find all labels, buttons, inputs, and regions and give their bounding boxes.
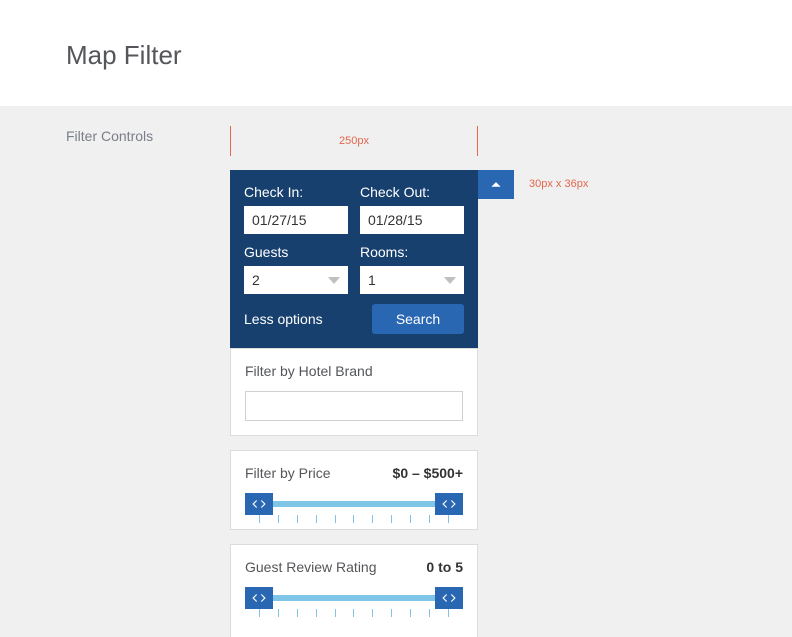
checkin-input[interactable] — [244, 206, 348, 234]
slider-grip-icon — [442, 498, 456, 510]
chevron-up-icon — [489, 178, 503, 192]
checkin-label: Check In: — [244, 184, 348, 200]
annotation-panel-width: 250px — [230, 126, 478, 156]
guests-value: 2 — [252, 272, 260, 288]
price-slider-handle-min[interactable] — [245, 493, 273, 515]
search-box: Check In: Check Out: Guests 2 Rooms: 1 — [230, 170, 478, 348]
search-button[interactable]: Search — [372, 304, 464, 334]
filter-rating-title: Guest Review Rating — [245, 559, 377, 575]
page-title: Map Filter — [66, 40, 792, 71]
rating-slider-ticks — [259, 609, 449, 617]
slider-grip-icon — [252, 498, 266, 510]
guests-label: Guests — [244, 244, 348, 260]
price-slider-handle-max[interactable] — [435, 493, 463, 515]
filter-brand-input[interactable] — [245, 391, 463, 421]
rating-slider-handle-max[interactable] — [435, 587, 463, 609]
guests-select[interactable]: 2 — [244, 266, 348, 294]
filter-price-title: Filter by Price — [245, 465, 331, 481]
annotation-button-size: 30px x 36px — [529, 178, 588, 190]
less-options-link[interactable]: Less options — [244, 311, 323, 327]
filter-brand-title: Filter by Hotel Brand — [245, 363, 373, 379]
caret-down-icon — [328, 277, 340, 284]
annotation-panel-width-text: 250px — [230, 135, 478, 147]
filter-brand-card: Filter by Hotel Brand — [230, 348, 478, 436]
filter-panel: Check In: Check Out: Guests 2 Rooms: 1 — [230, 170, 478, 637]
filter-price-range: $0 – $500+ — [393, 465, 463, 481]
filter-rating-range: 0 to 5 — [426, 559, 463, 575]
collapse-button[interactable] — [478, 170, 514, 199]
filter-price-card: Filter by Price $0 – $500+ — [230, 450, 478, 530]
page-header: Map Filter — [0, 0, 792, 106]
price-slider-ticks — [259, 515, 449, 523]
rooms-label: Rooms: — [360, 244, 464, 260]
rating-slider[interactable] — [245, 587, 463, 609]
slider-grip-icon — [442, 592, 456, 604]
price-slider[interactable] — [245, 493, 463, 515]
slider-grip-icon — [252, 592, 266, 604]
checkout-label: Check Out: — [360, 184, 464, 200]
filter-rating-card: Guest Review Rating 0 to 5 — [230, 544, 478, 637]
caret-down-icon — [444, 277, 456, 284]
rooms-select[interactable]: 1 — [360, 266, 464, 294]
section-label: Filter Controls — [66, 128, 153, 144]
checkout-input[interactable] — [360, 206, 464, 234]
rooms-value: 1 — [368, 272, 376, 288]
rating-slider-handle-min[interactable] — [245, 587, 273, 609]
